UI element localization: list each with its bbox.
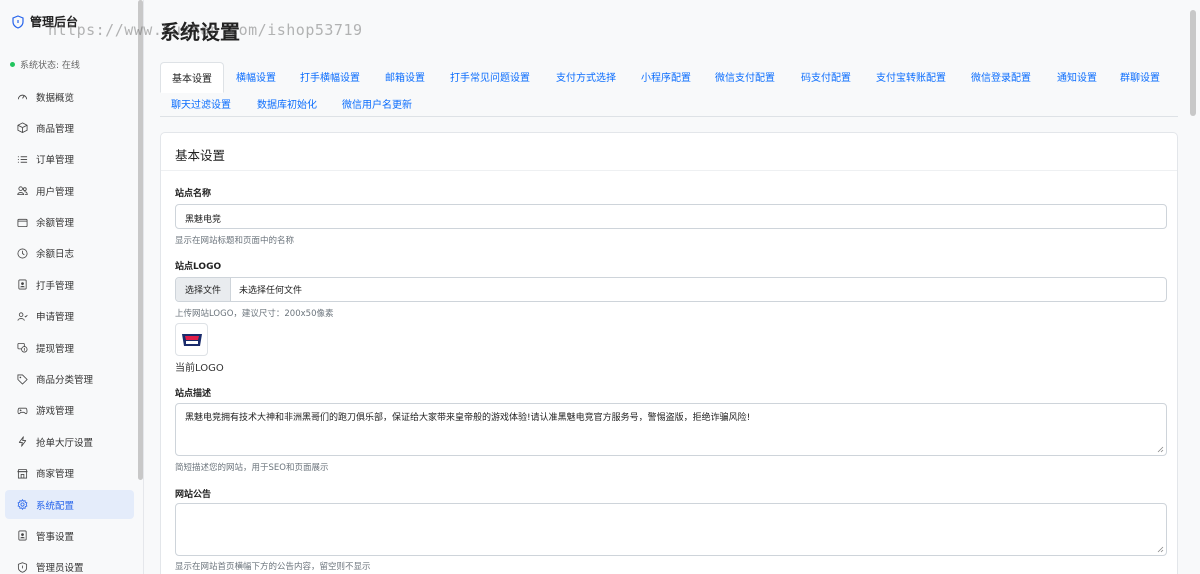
person-check-icon xyxy=(17,312,28,321)
shield-icon xyxy=(12,14,24,29)
tab-chat-filter-settings[interactable]: 聊天过滤设置 xyxy=(171,96,231,111)
brand[interactable]: 管理后台 xyxy=(12,13,78,30)
notice-label: 网站公告 xyxy=(175,490,212,500)
sidebar-item-products[interactable]: 商品管理 xyxy=(5,113,134,142)
site-desc-text: 黑魅电竞拥有技术大神和非洲黑哥们的跑刀俱乐部，保证给大家带来皇帝般的游戏体验!请… xyxy=(185,413,751,423)
logo-image xyxy=(181,333,202,346)
site-desc-label: 站点描述 xyxy=(175,389,212,399)
gear-icon xyxy=(17,499,28,511)
system-status-text: 系统状态: 在线 xyxy=(20,61,80,71)
site-name-label: 站点名称 xyxy=(175,189,212,199)
tab-wechat-login-config[interactable]: 微信登录配置 xyxy=(971,69,1031,84)
sidebar-item-balance[interactable]: 余额管理 xyxy=(5,208,134,237)
person-badge-icon xyxy=(18,279,27,290)
site-logo-file-input[interactable]: 选择文件 未选择任何文件 xyxy=(175,277,1167,302)
system-status: 系统状态: 在线 xyxy=(10,58,80,71)
sidebar-item-withdrawals[interactable]: 提现管理 xyxy=(5,333,134,362)
shield-icon xyxy=(17,562,28,573)
choose-file-button[interactable]: 选择文件 xyxy=(176,278,232,301)
sidebar-item-categories[interactable]: 商品分类管理 xyxy=(5,365,134,394)
tab-payment-method[interactable]: 支付方式选择 xyxy=(556,69,616,84)
lightning-icon xyxy=(18,436,27,447)
cash-icon xyxy=(17,343,28,353)
site-logo-label: 站点LOGO xyxy=(175,262,222,272)
sidebar-item-grab-hall[interactable]: 抢单大厅设置 xyxy=(5,427,134,456)
sidebar-item-label: 商品分类管理 xyxy=(36,375,94,387)
tab-miniprogram-config[interactable]: 小程序配置 xyxy=(641,69,691,84)
sidebar-item-label: 提现管理 xyxy=(36,343,75,355)
sidebar-item-label: 商品管理 xyxy=(36,123,75,135)
tab-basic-settings[interactable]: 基本设置 xyxy=(160,62,224,93)
sidebar-item-label: 管事设置 xyxy=(36,531,75,543)
sidebar-item-label: 抢单大厅设置 xyxy=(36,437,94,449)
sidebar-item-label: 系统配置 xyxy=(36,500,75,512)
tab-alipay-transfer-config[interactable]: 支付宝转账配置 xyxy=(876,69,946,84)
sidebar-nav: 数据概览 商品管理 订单管理 用户管理 余额管理 余额日志 打手管理 申请管理 xyxy=(5,82,134,574)
tag-icon xyxy=(17,374,28,385)
site-logo-help: 上传网站LOGO，建议尺寸：200x50像素 xyxy=(175,309,334,319)
clock-icon xyxy=(17,248,28,259)
tab-wechat-username-update[interactable]: 微信用户名更新 xyxy=(342,96,412,111)
tab-banner-settings[interactable]: 横幅设置 xyxy=(236,69,276,84)
controller-icon xyxy=(17,407,28,415)
sidebar-item-label: 余额管理 xyxy=(36,218,75,230)
current-logo-image xyxy=(175,323,208,356)
sidebar-item-balance-log[interactable]: 余额日志 xyxy=(5,239,134,268)
sidebar-item-admins[interactable]: 管理员设置 xyxy=(5,553,134,574)
notice-help: 显示在网站首页横幅下方的公告内容，留空则不显示 xyxy=(175,562,371,572)
site-desc-textarea[interactable]: 黑魅电竞拥有技术大神和非洲黑哥们的跑刀俱乐部，保证给大家带来皇帝般的游戏体验!请… xyxy=(175,403,1167,456)
status-dot-icon xyxy=(10,62,15,67)
resize-grip-icon[interactable] xyxy=(1157,546,1164,553)
sidebar-item-stewards[interactable]: 管事设置 xyxy=(5,521,134,550)
site-name-help: 显示在网站标题和页面中的名称 xyxy=(175,236,295,246)
sidebar-item-label: 打手管理 xyxy=(36,280,75,292)
sidebar-item-merchants[interactable]: 商家管理 xyxy=(5,459,134,488)
tab-email-settings[interactable]: 邮箱设置 xyxy=(385,69,425,84)
list-icon xyxy=(17,156,28,163)
users-icon xyxy=(17,186,28,196)
sidebar-item-label: 管理员设置 xyxy=(36,563,84,574)
card-title: 基本设置 xyxy=(161,133,1177,171)
tab-database-init[interactable]: 数据库初始化 xyxy=(257,96,317,111)
sidebar-item-label: 用户管理 xyxy=(36,186,75,198)
sidebar-item-orders[interactable]: 订单管理 xyxy=(5,145,134,174)
page-title: 系统设置 xyxy=(160,20,240,44)
sidebar-item-label: 订单管理 xyxy=(36,155,75,167)
sidebar-item-system-config[interactable]: 系统配置 xyxy=(5,490,134,520)
person-badge-icon xyxy=(18,530,27,541)
sidebar-item-label: 申请管理 xyxy=(36,312,75,324)
tab-wechat-pay-config[interactable]: 微信支付配置 xyxy=(715,69,775,84)
sidebar-item-label: 余额日志 xyxy=(36,249,75,261)
gauge-icon xyxy=(17,94,28,100)
wallet-icon xyxy=(17,218,28,227)
sidebar-item-label: 游戏管理 xyxy=(36,406,75,418)
main-scrollbar[interactable] xyxy=(1190,10,1196,116)
sidebar: 管理后台 系统状态: 在线 数据概览 商品管理 订单管理 用户管理 余额管理 余… xyxy=(0,0,144,574)
sidebar-item-users[interactable]: 用户管理 xyxy=(5,176,134,205)
site-desc-help: 简短描述您的网站，用于SEO和页面展示 xyxy=(175,463,329,473)
resize-grip-icon[interactable] xyxy=(1157,446,1164,453)
site-name-input[interactable]: 黑魅电竞 xyxy=(175,204,1167,229)
sidebar-item-dashboard[interactable]: 数据概览 xyxy=(5,82,134,111)
current-logo-caption: 当前LOGO xyxy=(175,363,224,374)
basic-settings-card: 基本设置 站点名称 黑魅电竞 显示在网站标题和页面中的名称 站点LOGO 选择文… xyxy=(160,132,1178,574)
file-status-text: 未选择任何文件 xyxy=(239,286,303,296)
shop-icon xyxy=(17,468,28,479)
box-icon xyxy=(17,122,28,134)
sidebar-item-label: 数据概览 xyxy=(36,92,75,104)
tab-notification-settings[interactable]: 通知设置 xyxy=(1057,69,1097,84)
sidebar-item-games[interactable]: 游戏管理 xyxy=(5,396,134,425)
sidebar-scrollbar[interactable] xyxy=(138,0,143,480)
settings-tabs: 基本设置 横幅设置 打手横幅设置 邮箱设置 打手常见问题设置 支付方式选择 小程… xyxy=(160,62,1178,117)
tab-player-banner-settings[interactable]: 打手横幅设置 xyxy=(300,69,360,84)
tab-group-chat-settings[interactable]: 群聊设置 xyxy=(1120,69,1160,84)
sidebar-item-players[interactable]: 打手管理 xyxy=(5,270,134,299)
notice-textarea[interactable] xyxy=(175,503,1167,556)
sidebar-item-label: 商家管理 xyxy=(36,469,75,481)
tab-player-faq-settings[interactable]: 打手常见问题设置 xyxy=(450,69,530,84)
tab-code-pay-config[interactable]: 码支付配置 xyxy=(801,69,851,84)
sidebar-item-applications[interactable]: 申请管理 xyxy=(5,302,134,331)
app-title: 管理后台 xyxy=(30,15,79,29)
